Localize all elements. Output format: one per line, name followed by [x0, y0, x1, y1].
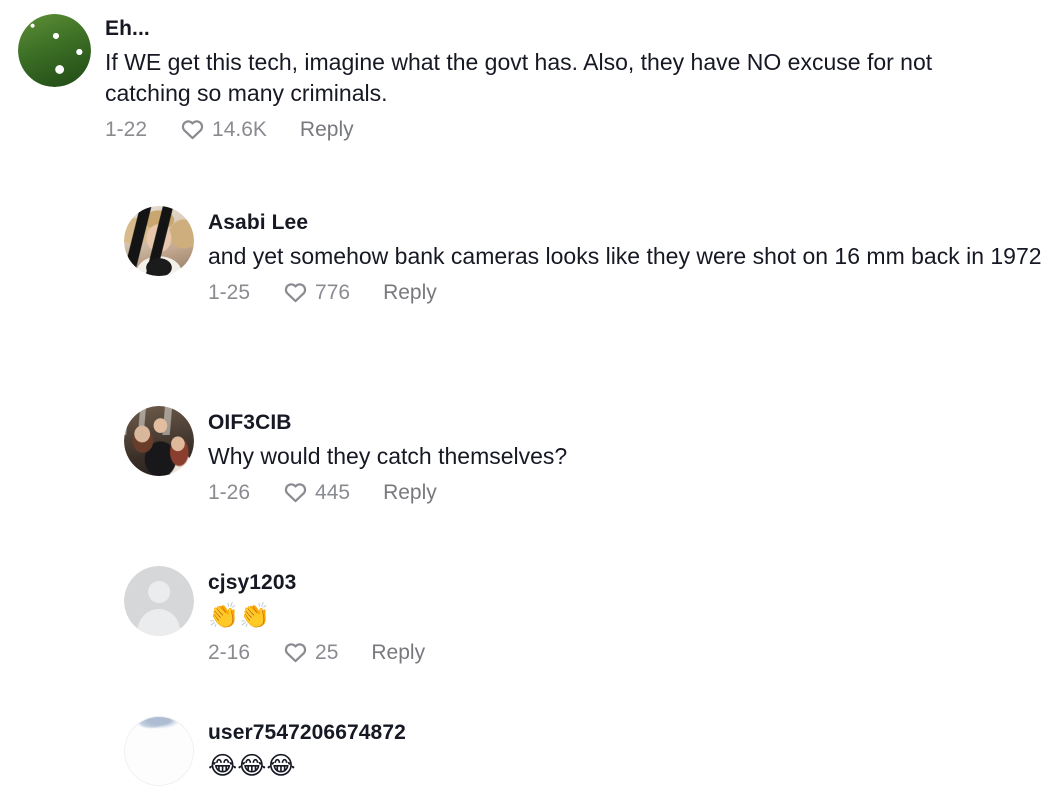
- comment-meta: 2-16 25 Reply: [208, 640, 1060, 665]
- like-button[interactable]: 445: [283, 480, 350, 505]
- like-count: 445: [315, 481, 351, 505]
- comment-date: 1-26: [208, 481, 251, 505]
- comment-list: Eh... If WE get this tech, imagine what …: [0, 0, 1064, 800]
- reply-button[interactable]: Reply: [371, 642, 425, 663]
- comment-username[interactable]: Asabi Lee: [208, 210, 1064, 237]
- avatar-image-group-icon: [124, 406, 194, 476]
- comment-text: 👏👏: [208, 600, 271, 630]
- comment-username[interactable]: cjsy1203: [208, 570, 1060, 597]
- comment-body: Eh... If WE get this tech, imagine what …: [105, 14, 1060, 142]
- heart-icon[interactable]: [283, 480, 308, 505]
- comment-body: cjsy1203 👏👏 2-16 25 Reply: [208, 566, 1060, 665]
- avatar-image-daisies-icon: [18, 14, 91, 87]
- comment-meta: 1-26 445 Reply: [208, 480, 1060, 505]
- like-count: 14.6K: [212, 118, 267, 142]
- comment-date: 1-25: [208, 281, 251, 305]
- person-silhouette-icon: [124, 566, 194, 636]
- comment-date: 2-16: [208, 641, 251, 665]
- comment-meta: 1-25 776 Reply: [208, 280, 1064, 305]
- avatar-image-sky-icon: [124, 716, 194, 786]
- comment-username[interactable]: OIF3CIB: [208, 410, 1060, 437]
- like-button[interactable]: 14.6K: [180, 117, 267, 142]
- comment-username[interactable]: Eh...: [105, 16, 1060, 43]
- comment-body: Asabi Lee and yet somehow bank cameras l…: [208, 206, 1064, 305]
- like-button[interactable]: 25: [283, 640, 338, 665]
- avatar[interactable]: [124, 566, 194, 636]
- comment-text: and yet somehow bank cameras looks like …: [208, 242, 1042, 269]
- avatar[interactable]: [124, 206, 194, 276]
- comment-meta: 1-22 14.6K Reply: [105, 117, 1060, 142]
- comment-item[interactable]: OIF3CIB Why would they catch themselves?…: [0, 396, 1060, 505]
- comment-item[interactable]: Eh... If WE get this tech, imagine what …: [0, 2, 1060, 142]
- comment-text: Why would they catch themselves?: [208, 442, 568, 469]
- comment-date: 1-22: [105, 118, 148, 142]
- comment-body: user7547206674872 😂😂😂: [208, 716, 1060, 782]
- comment-item[interactable]: cjsy1203 👏👏 2-16 25 Reply: [0, 556, 1060, 665]
- like-count: 776: [315, 281, 351, 305]
- comment-body: OIF3CIB Why would they catch themselves?…: [208, 406, 1060, 505]
- avatar-image-person-icon: [124, 206, 194, 276]
- heart-icon[interactable]: [283, 280, 308, 305]
- heart-icon[interactable]: [180, 117, 205, 142]
- heart-icon[interactable]: [283, 640, 308, 665]
- reply-button[interactable]: Reply: [383, 282, 437, 303]
- comment-item[interactable]: user7547206674872 😂😂😂: [0, 706, 1060, 786]
- like-button[interactable]: 776: [283, 280, 350, 305]
- reply-button[interactable]: Reply: [383, 482, 437, 503]
- comment-username[interactable]: user7547206674872: [208, 720, 1060, 747]
- like-count: 25: [315, 641, 339, 665]
- comment-text: 😂😂😂: [208, 750, 296, 780]
- avatar[interactable]: [18, 14, 91, 87]
- avatar[interactable]: [124, 406, 194, 476]
- comment-item[interactable]: Asabi Lee and yet somehow bank cameras l…: [0, 196, 1064, 305]
- reply-button[interactable]: Reply: [300, 119, 354, 140]
- avatar[interactable]: [124, 716, 194, 786]
- comment-text: If WE get this tech, imagine what the go…: [105, 48, 933, 107]
